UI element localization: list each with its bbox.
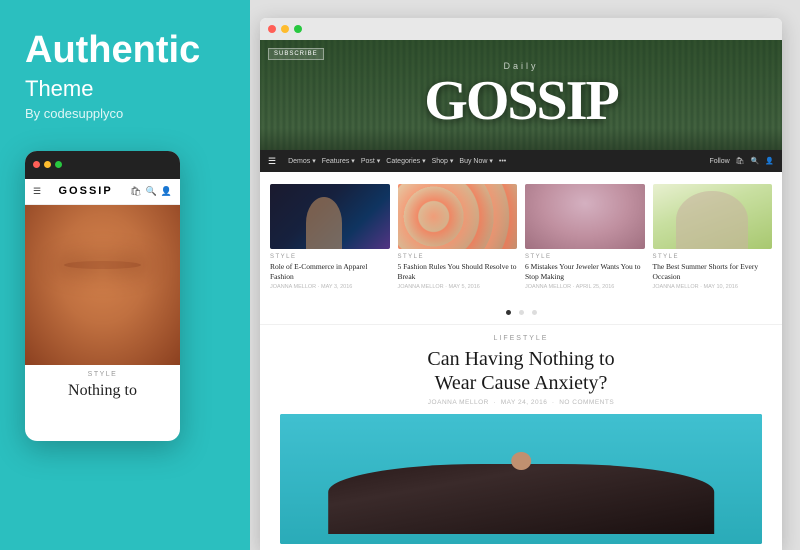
feature-category: LIFESTYLE (280, 335, 762, 342)
mobile-dot-yellow (44, 161, 51, 168)
desktop-dot-green (294, 25, 302, 33)
article-title-1: Role of E-Commerce in Apparel Fashion (270, 262, 390, 282)
site-hero: SUBSCRIBE Daily GOSSIP (260, 40, 782, 150)
mobile-hero-face (25, 205, 180, 365)
nav-follow[interactable]: Follow (709, 158, 729, 165)
nav-item-demos[interactable]: Demos ▾ (288, 157, 316, 165)
article-thumb-1 (270, 184, 390, 249)
article-title-3: 6 Mistakes Your Jeweler Wants You to Sto… (525, 262, 645, 282)
feature-section: LIFESTYLE Can Having Nothing to Wear Cau… (260, 324, 782, 550)
brand-title: Authentic (25, 30, 200, 72)
mobile-hero-image (25, 205, 180, 365)
feature-title-line1: Can Having Nothing to (427, 348, 614, 370)
article-style-2: STYLE (398, 254, 518, 260)
nav-bag-icon[interactable]: 🛍 (736, 157, 745, 165)
subscribe-button[interactable]: SUBSCRIBE (268, 48, 324, 60)
desktop-site: SUBSCRIBE Daily GOSSIP ☰ Demos ▾ Feature… (260, 40, 782, 550)
nav-user-icon[interactable]: 👤 (765, 157, 774, 165)
article-card-3[interactable]: STYLE 6 Mistakes Your Jeweler Wants You … (525, 184, 645, 290)
feature-title-line2: Wear Cause Anxiety? (435, 372, 608, 394)
feature-image (280, 414, 762, 544)
mobile-nav-icons: 🛍 🔍 👤 (130, 186, 172, 197)
gossip-logo: Daily GOSSIP (424, 61, 617, 129)
gossip-title: GOSSIP (424, 70, 617, 132)
article-meta-3: JOANNA MELLOR · APRIL 25, 2016 (525, 284, 645, 290)
nav-search-icon[interactable]: 🔍 (751, 157, 760, 165)
nav-item-more[interactable]: ••• (499, 157, 506, 165)
brand-by: By codesupplyco (25, 106, 123, 121)
nav-item-features[interactable]: Features ▾ (322, 157, 355, 165)
nav-item-categories[interactable]: Categories ▾ (386, 157, 425, 165)
figure-in-pool (328, 464, 714, 534)
article-card-4[interactable]: STYLE The Best Summer Shorts for Every O… (653, 184, 773, 290)
feature-meta: JOANNA MELLOR · MAY 24, 2016 · NO COMMEN… (280, 399, 762, 406)
article-thumb-4 (653, 184, 773, 249)
site-nav: ☰ Demos ▾ Features ▾ Post ▾ Categories ▾… (260, 150, 782, 172)
desktop-dot-red (268, 25, 276, 33)
search-icon: 🔍 (146, 186, 157, 197)
mobile-mockup: ☰ GOSSIP 🛍 🔍 👤 STYLE Nothing to (25, 151, 180, 441)
pagination-dots (260, 298, 782, 324)
dot-3[interactable] (532, 310, 537, 315)
article-thumb-3 (525, 184, 645, 249)
desktop-mockup: SUBSCRIBE Daily GOSSIP ☰ Demos ▾ Feature… (260, 18, 782, 550)
article-meta-2: JOANNA MELLOR · MAY 5, 2016 (398, 284, 518, 290)
mobile-headline: Nothing to (33, 381, 172, 400)
article-thumb-2 (398, 184, 518, 249)
mobile-dot-red (33, 161, 40, 168)
mobile-top-bar (25, 151, 180, 179)
nav-item-shop[interactable]: Shop ▾ (432, 157, 454, 165)
article-title-2: 5 Fashion Rules You Should Resolve to Br… (398, 262, 518, 282)
nav-item-post[interactable]: Post ▾ (361, 157, 380, 165)
right-panel: SUBSCRIBE Daily GOSSIP ☰ Demos ▾ Feature… (250, 0, 800, 550)
mobile-dot-green (55, 161, 62, 168)
article-card-2[interactable]: STYLE 5 Fashion Rules You Should Resolve… (398, 184, 518, 290)
article-style-1: STYLE (270, 254, 390, 260)
user-icon: 👤 (161, 186, 172, 197)
mobile-content: STYLE Nothing to (25, 365, 180, 406)
article-meta-1: JOANNA MELLOR · MAY 3, 2016 (270, 284, 390, 290)
article-title-4: The Best Summer Shorts for Every Occasio… (653, 262, 773, 282)
article-card-1[interactable]: STYLE Role of E-Commerce in Apparel Fash… (270, 184, 390, 290)
nav-right: Follow 🛍 🔍 👤 (709, 157, 774, 165)
nav-hamburger-icon[interactable]: ☰ (268, 156, 276, 167)
desktop-top-bar (260, 18, 782, 40)
mobile-nav-bar: ☰ GOSSIP 🛍 🔍 👤 (25, 179, 180, 205)
desktop-dot-yellow (281, 25, 289, 33)
figure-head (511, 452, 531, 470)
mobile-nav-logo: GOSSIP (59, 185, 113, 197)
dot-1[interactable] (506, 310, 511, 315)
mobile-style-label: STYLE (33, 371, 172, 378)
article-style-4: STYLE (653, 254, 773, 260)
left-panel: Authentic Theme By codesupplyco ☰ GOSSIP… (0, 0, 250, 550)
nav-item-buynow[interactable]: Buy Now ▾ (459, 157, 492, 165)
feature-title: Can Having Nothing to Wear Cause Anxiety… (280, 347, 762, 395)
articles-grid: STYLE Role of E-Commerce in Apparel Fash… (260, 172, 782, 298)
nav-items: Demos ▾ Features ▾ Post ▾ Categories ▾ S… (288, 157, 701, 165)
brand-subtitle: Theme (25, 76, 93, 102)
bag-icon: 🛍 (130, 186, 141, 197)
article-style-3: STYLE (525, 254, 645, 260)
dot-2[interactable] (519, 310, 524, 315)
article-meta-4: JOANNA MELLOR · MAY 10, 2016 (653, 284, 773, 290)
